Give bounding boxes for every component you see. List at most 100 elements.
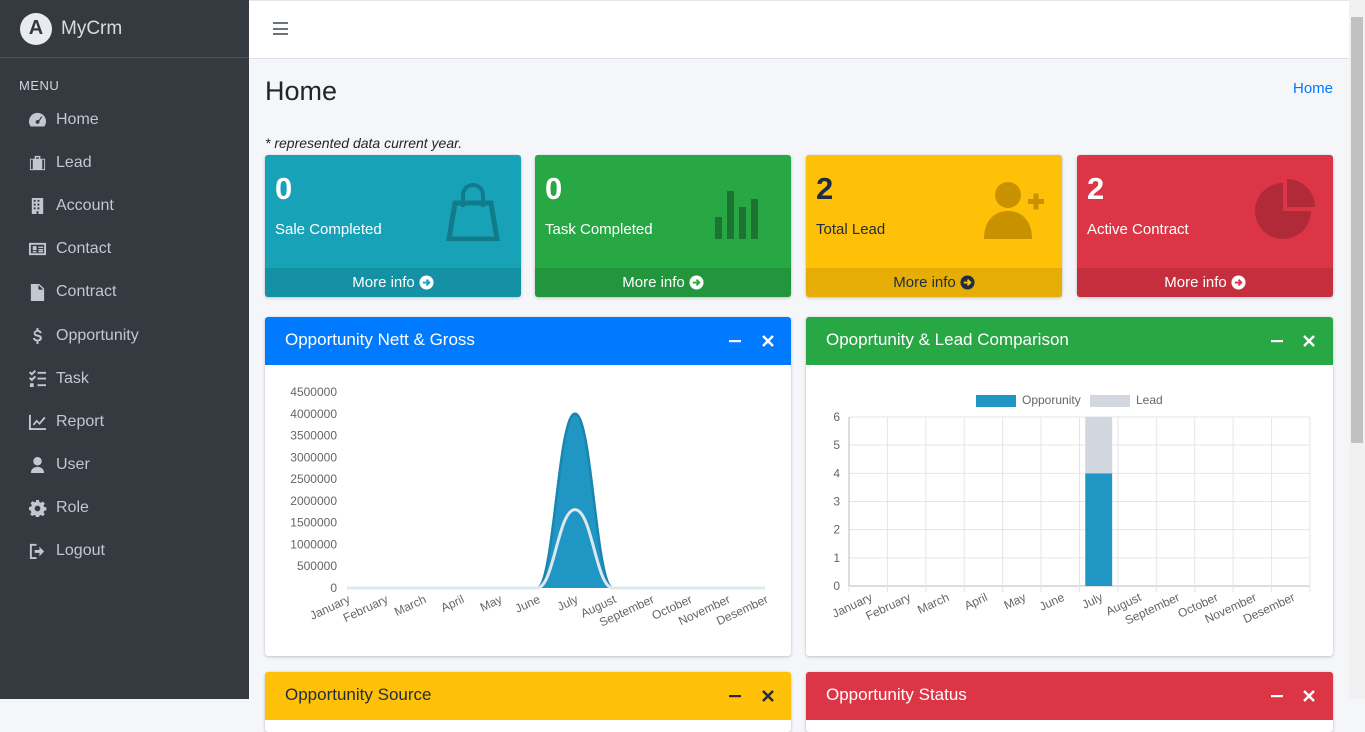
x-tick-label: March [915, 590, 951, 617]
minus-icon[interactable] [728, 689, 742, 703]
sidebar-item-label: Logout [56, 542, 105, 560]
y-tick-label: 4500000 [290, 385, 337, 399]
data-note: * represented data current year. [265, 135, 463, 151]
file-contract-icon [27, 283, 47, 302]
x-tick-label: July [555, 592, 580, 614]
sidebar-item-report[interactable]: Report [0, 400, 249, 443]
sidebar-item-task[interactable]: Task [0, 357, 249, 400]
sidebar: A MyCrm MENU Home Lead Account Contact C… [0, 0, 249, 699]
sidebar-item-contact[interactable]: Contact [0, 228, 249, 271]
main-content: Home Home * represented data current yea… [249, 59, 1349, 732]
briefcase-icon [27, 154, 47, 172]
close-icon[interactable] [761, 689, 775, 703]
bar [1085, 473, 1113, 586]
x-tick-label: May [1002, 590, 1028, 612]
card-opportunity-nett-gross: Opportunity Nett & Gross 0 500000 1000000 1… [265, 317, 791, 656]
sidebar-item-logout[interactable]: Logout [0, 530, 249, 573]
card-opportunity-status: Opportunity Status [806, 672, 1333, 732]
tasks-icon [27, 369, 47, 388]
y-tick-label: 4 [833, 466, 840, 480]
card-header: Opoprtunity & Lead Comparison [806, 317, 1333, 365]
more-info-label: More info [1164, 274, 1227, 291]
legend-label: Opporunity [1022, 393, 1081, 407]
y-tick-label: 2500000 [290, 472, 337, 486]
x-tick-label: April [962, 590, 990, 613]
y-tick-label: 5 [833, 438, 840, 452]
x-tick-label: April [439, 592, 467, 615]
y-tick-label: 6 [833, 410, 840, 424]
x-tick-label: May [478, 592, 504, 614]
info-box-total-lead: 2 Total Lead More info [806, 155, 1062, 297]
legend-label: Lead [1136, 393, 1163, 407]
sidebar-item-label: Home [56, 110, 99, 128]
info-box-label: Sale Completed [275, 221, 382, 238]
x-tick-label: March [392, 592, 428, 619]
sidebar-item-label: Contact [56, 240, 112, 258]
address-card-icon [27, 240, 47, 258]
card-title: Opportunity Nett & Gross [285, 330, 475, 349]
sidebar-item-user[interactable]: User [0, 444, 249, 487]
info-box-active-contract: 2 Active Contract More info [1077, 155, 1333, 297]
close-icon[interactable] [761, 334, 775, 348]
y-tick-label: 0 [330, 581, 337, 595]
sidebar-item-label: Opportunity [56, 326, 139, 344]
scrollbar-thumb[interactable] [1351, 17, 1363, 443]
card-header: Opportunity Status [806, 672, 1333, 720]
breadcrumb-home[interactable]: Home [1293, 80, 1333, 97]
card-title: Opoprtunity & Lead Comparison [826, 330, 1069, 349]
minus-icon[interactable] [728, 334, 742, 348]
sidebar-item-home[interactable]: Home [0, 98, 249, 141]
sidebar-item-label: Contract [56, 283, 117, 301]
more-info-link[interactable]: More info [265, 268, 521, 297]
close-icon[interactable] [1302, 689, 1316, 703]
page-title: Home [265, 76, 338, 106]
user-icon [27, 456, 47, 474]
info-box-value: 0 [545, 171, 563, 206]
brand-name: MyCrm [61, 17, 123, 39]
page-scrollbar[interactable] [1349, 0, 1365, 699]
y-tick-label: 500000 [297, 559, 337, 573]
x-tick-label: July [1080, 590, 1105, 612]
y-tick-label: 1500000 [290, 516, 337, 530]
sidebar-item-lead[interactable]: Lead [0, 141, 249, 184]
x-tick-label: June [513, 592, 543, 616]
minus-icon[interactable] [1270, 689, 1284, 703]
bar [1085, 417, 1113, 474]
more-info-link[interactable]: More info [1077, 268, 1333, 297]
card-opportunity-source: Opportunity Source [265, 672, 791, 732]
sidebar-nav: Home Lead Account Contact Contract Oppor… [0, 98, 249, 573]
arrow-circle-right-icon [689, 275, 704, 290]
top-navbar [249, 0, 1349, 59]
y-tick-label: 2000000 [290, 494, 337, 508]
y-tick-label: 0 [833, 579, 840, 593]
y-tick-label: 4000000 [290, 407, 337, 421]
sidebar-item-role[interactable]: Role [0, 487, 249, 530]
sidebar-item-label: Task [56, 369, 89, 387]
gear-icon [27, 499, 47, 518]
sidebar-item-opportunity[interactable]: Opportunity [0, 314, 249, 357]
building-icon [27, 197, 47, 215]
y-tick-label: 3 [833, 495, 840, 509]
x-tick-label: June [1037, 590, 1067, 614]
sidebar-item-account[interactable]: Account [0, 184, 249, 227]
sidebar-item-contract[interactable]: Contract [0, 271, 249, 314]
more-info-link[interactable]: More info [806, 268, 1062, 297]
more-info-label: More info [893, 274, 956, 291]
arrow-circle-right-icon [1231, 275, 1246, 290]
more-info-link[interactable]: More info [535, 268, 791, 297]
minus-icon[interactable] [1270, 334, 1284, 348]
info-box-sale-completed: 0 Sale Completed More info [265, 155, 521, 297]
close-icon[interactable] [1302, 334, 1316, 348]
tachometer-icon [27, 111, 47, 129]
card-header: Opportunity Source [265, 672, 791, 720]
sidebar-item-label: Lead [56, 153, 92, 171]
nett-gross-area-chart: 0 500000 1000000 1500000 2000000 2500000 30000… [290, 385, 770, 630]
hamburger-menu-icon[interactable] [273, 22, 288, 35]
bar-chart-icon [715, 191, 758, 239]
card-opportunity-lead-comparison: Opoprtunity & Lead Comparison Opporunity… [806, 317, 1333, 656]
y-tick-label: 1 [833, 551, 840, 565]
info-box-value: 2 [1087, 171, 1105, 206]
y-tick-label: 3000000 [290, 450, 337, 464]
brand[interactable]: A MyCrm [0, 0, 249, 58]
card-header: Opportunity Nett & Gross [265, 317, 791, 365]
